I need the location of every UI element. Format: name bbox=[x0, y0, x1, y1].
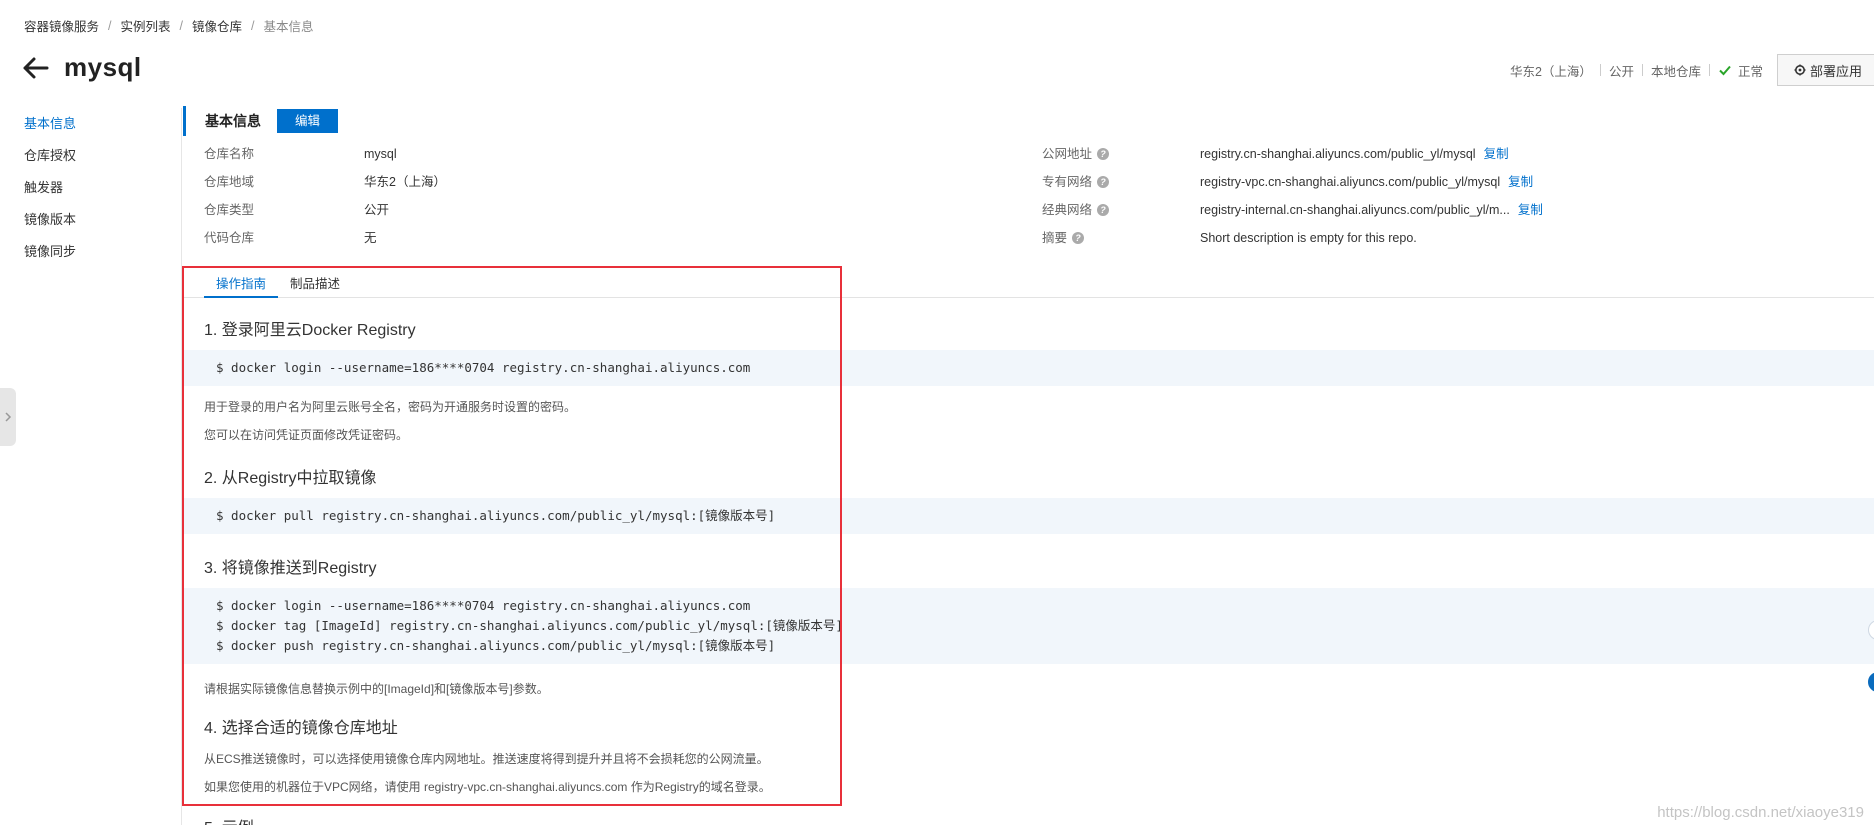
info-value-public-address: registry.cn-shanghai.aliyuncs.com/public… bbox=[1200, 145, 1509, 163]
guide-tabs: 操作指南 制品描述 bbox=[183, 274, 1874, 298]
chevron-right-icon bbox=[5, 412, 12, 422]
region-label: 华东2（上海） bbox=[1509, 64, 1592, 79]
code-line: $ docker login --username=186****0704 re… bbox=[216, 360, 751, 375]
info-label-summary: 摘要? bbox=[1042, 229, 1085, 247]
note-text: 如果您使用的机器位于VPC网络，请使用 registry-vpc.cn-shan… bbox=[204, 780, 771, 794]
info-row: 代码仓库 无 摘要? Short description is empty fo… bbox=[204, 229, 1844, 257]
info-label: 仓库名称 bbox=[204, 147, 255, 161]
info-label: 摘要 bbox=[1042, 231, 1068, 245]
breadcrumb-item-repos[interactable]: 镜像仓库 bbox=[192, 16, 242, 35]
breadcrumb: 容器镜像服务 / 实例列表 / 镜像仓库 / 基本信息 bbox=[24, 16, 314, 35]
info-label: 经典网络 bbox=[1042, 203, 1093, 217]
arrow-left-icon[interactable] bbox=[22, 55, 50, 81]
help-icon[interactable]: ? bbox=[1072, 232, 1085, 244]
help-icon[interactable]: ? bbox=[1097, 148, 1110, 160]
info-value-vpc: registry-vpc.cn-shanghai.aliyuncs.com/pu… bbox=[1200, 173, 1533, 191]
code-block[interactable]: $ docker login --username=186****0704 re… bbox=[183, 588, 1874, 664]
info-value: mysql bbox=[364, 147, 397, 161]
info-row: 仓库名称 mysql 公网地址? registry.cn-shanghai.al… bbox=[204, 145, 1844, 173]
info-value: 无 bbox=[364, 231, 377, 245]
copy-link[interactable]: 复制 bbox=[1518, 203, 1543, 217]
info-label-public-address: 公网地址? bbox=[1042, 145, 1110, 163]
step-title: 4. 选择合适的镜像仓库地址 bbox=[204, 720, 398, 737]
info-label-classic: 经典网络? bbox=[1042, 201, 1110, 219]
float-button[interactable] bbox=[1868, 672, 1874, 692]
breadcrumb-item-current: 基本信息 bbox=[263, 20, 314, 34]
gear-icon bbox=[1794, 64, 1806, 76]
code-block[interactable]: $ docker login --username=186****0704 re… bbox=[183, 350, 1874, 386]
step-title: 2. 从Registry中拉取镜像 bbox=[204, 470, 377, 487]
info-label: 公网地址 bbox=[1042, 147, 1093, 161]
check-icon bbox=[1719, 65, 1731, 76]
note-text: 用于登录的用户名为阿里云账号全名，密码为开通服务时设置的密码。 bbox=[204, 400, 577, 414]
breadcrumb-separator: / bbox=[179, 18, 183, 33]
code-block[interactable]: $ docker pull registry.cn-shanghai.aliyu… bbox=[183, 498, 1874, 534]
code-line: $ docker pull registry.cn-shanghai.aliyu… bbox=[216, 508, 776, 523]
page-title: mysql bbox=[64, 52, 142, 82]
info-label: 专有网络 bbox=[1042, 175, 1093, 189]
note-text: 您可以在访问凭证页面修改凭证密码。 bbox=[204, 428, 409, 442]
status-bar: 华东2（上海） 公开 本地仓库 正常 部署应用 bbox=[1510, 54, 1874, 86]
info-value-summary: Short description is empty for this repo… bbox=[1200, 231, 1417, 245]
step-title: 5. 示例 bbox=[204, 814, 254, 825]
side-expand-handle[interactable] bbox=[0, 388, 16, 446]
sidebar-item-image-versions[interactable]: 镜像版本 bbox=[0, 204, 181, 236]
info-value: registry-vpc.cn-shanghai.aliyuncs.com/pu… bbox=[1200, 175, 1501, 189]
breadcrumb-separator: / bbox=[108, 18, 112, 33]
info-value: 公开 bbox=[364, 203, 390, 217]
info-value: 华东2（上海） bbox=[364, 175, 446, 189]
step-title: 3. 将镜像推送到Registry bbox=[204, 560, 377, 577]
divider bbox=[1708, 64, 1710, 76]
info-label: 代码仓库 bbox=[204, 231, 255, 245]
sidebar-item-basic-info[interactable]: 基本信息 bbox=[0, 108, 181, 140]
note-text: 请根据实际镜像信息替换示例中的[ImageId]和[镜像版本号]参数。 bbox=[204, 682, 549, 696]
step-title: 1. 登录阿里云Docker Registry bbox=[204, 322, 416, 339]
copy-link[interactable]: 复制 bbox=[1508, 175, 1533, 189]
divider bbox=[1599, 64, 1601, 76]
sidebar-item-repo-auth[interactable]: 仓库授权 bbox=[0, 140, 181, 172]
copy-link[interactable]: 复制 bbox=[1484, 147, 1509, 161]
info-label: 仓库类型 bbox=[204, 203, 255, 217]
info-row: 仓库类型 公开 经典网络? registry-internal.cn-shang… bbox=[204, 201, 1844, 229]
breadcrumb-separator: / bbox=[251, 18, 255, 33]
note-text: 从ECS推送镜像时，可以选择使用镜像仓库内网地址。推送速度将得到提升并且将不会损… bbox=[204, 752, 769, 766]
status-badge: 正常 bbox=[1718, 61, 1763, 80]
breadcrumb-item-instances[interactable]: 实例列表 bbox=[121, 16, 171, 35]
help-icon[interactable]: ? bbox=[1097, 204, 1110, 216]
tab-artifact-description[interactable]: 制品描述 bbox=[278, 274, 352, 298]
info-value-classic: registry-internal.cn-shanghai.aliyuncs.c… bbox=[1200, 201, 1543, 219]
repo-type-label: 本地仓库 bbox=[1650, 64, 1701, 79]
edit-button[interactable]: 编辑 bbox=[277, 109, 339, 133]
help-icon[interactable]: ? bbox=[1097, 176, 1110, 188]
sidebar: 基本信息 仓库授权 触发器 镜像版本 镜像同步 bbox=[0, 108, 182, 825]
code-line: $ docker login --username=186****0704 re… bbox=[216, 598, 751, 613]
title-row: mysql bbox=[22, 52, 142, 83]
watermark: https://blog.csdn.net/xiaoye319 bbox=[1657, 804, 1864, 821]
info-value: registry-internal.cn-shanghai.aliyuncs.c… bbox=[1200, 203, 1510, 217]
repo-info-grid: 仓库名称 mysql 公网地址? registry.cn-shanghai.al… bbox=[204, 145, 1844, 257]
tab-operation-guide[interactable]: 操作指南 bbox=[204, 274, 279, 298]
breadcrumb-item-service[interactable]: 容器镜像服务 bbox=[24, 16, 99, 35]
visibility-label: 公开 bbox=[1608, 64, 1634, 79]
info-value: registry.cn-shanghai.aliyuncs.com/public… bbox=[1200, 147, 1476, 161]
code-line: $ docker push registry.cn-shanghai.aliyu… bbox=[216, 638, 776, 653]
deploy-app-label: 部署应用 bbox=[1809, 63, 1862, 79]
divider bbox=[1641, 64, 1643, 76]
info-label-vpc: 专有网络? bbox=[1042, 173, 1110, 191]
info-row: 仓库地域 华东2（上海） 专有网络? registry-vpc.cn-shang… bbox=[204, 173, 1844, 201]
info-label: 仓库地域 bbox=[204, 175, 255, 189]
status-text: 正常 bbox=[1737, 64, 1763, 79]
sidebar-item-triggers[interactable]: 触发器 bbox=[0, 172, 181, 204]
deploy-app-button[interactable]: 部署应用 bbox=[1776, 54, 1874, 86]
code-line: $ docker tag [ImageId] registry.cn-shang… bbox=[216, 618, 843, 633]
sidebar-item-image-sync[interactable]: 镜像同步 bbox=[0, 236, 181, 268]
section-title: 基本信息 bbox=[205, 113, 261, 129]
section-header: 基本信息 编辑 bbox=[183, 106, 339, 136]
